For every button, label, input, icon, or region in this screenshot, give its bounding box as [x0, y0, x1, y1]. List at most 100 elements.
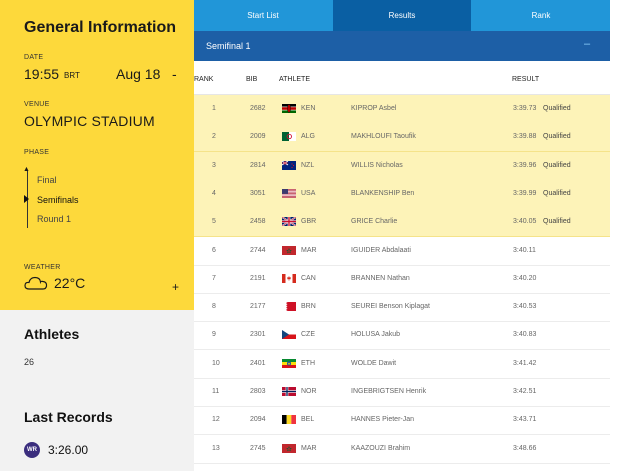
athlete-name[interactable]: HANNES Pieter-Jan [351, 416, 414, 423]
rank-cell: 8 [212, 303, 216, 311]
rank-cell: 9 [212, 331, 216, 339]
rank-cell: 4 [212, 189, 216, 197]
qualification-status: Qualified [543, 133, 571, 141]
table-row[interactable]: 6 2744 MAR IGUIDER Abdalaati 3:40.11 [194, 237, 610, 266]
phase-final[interactable]: Final [37, 175, 57, 185]
qualification-status: Qualified [543, 218, 571, 226]
venue-name: OLYMPIC STADIUM [24, 113, 155, 129]
flag-cze-icon [282, 330, 296, 340]
result-cell: 3:40.83 [513, 331, 537, 339]
tab-rank[interactable]: Rank [472, 0, 610, 31]
result-cell: 3:40.53 [513, 303, 537, 311]
table-row[interactable]: 8 2177 BRN SEUREI Benson Kiplagat 3:40.53 [194, 293, 610, 323]
tab-results[interactable]: Results [333, 0, 471, 31]
bib-cell: 2191 [250, 274, 266, 282]
semifinal-header[interactable]: Semifinal 1 – [194, 31, 610, 61]
bib-cell: 3051 [250, 189, 266, 197]
noc-cell: USA [301, 189, 316, 197]
expand-weather-button[interactable]: + [172, 280, 179, 294]
tab-bar: Start List Results Rank [194, 0, 610, 31]
last-records-title: Last Records [24, 409, 113, 425]
noc-cell: NZL [301, 161, 315, 169]
bib-cell: 2814 [250, 161, 266, 169]
bib-cell: 2401 [250, 359, 266, 367]
result-cell: 3:42.51 [513, 388, 537, 395]
flag-usa-icon [282, 188, 296, 198]
athlete-name[interactable]: BRANNEN Nathan [351, 275, 410, 282]
athlete-name[interactable]: MAKHLOUFI Taoufik [351, 133, 416, 140]
current-phase-marker-icon [24, 195, 29, 203]
noc-cell: MAR [301, 246, 317, 254]
table-row[interactable]: 1 2682 KEN KIPROP Asbel 3:39.73 Qualified [194, 95, 610, 124]
noc-cell: MAR [301, 444, 317, 452]
result-cell: 3:40.20 [513, 274, 537, 282]
rank-cell: 13 [212, 444, 220, 452]
semifinal-title: Semifinal 1 [206, 41, 251, 51]
table-row[interactable]: 11 2803 NOR INGEBRIGTSEN Henrik 3:42.51 [194, 378, 610, 407]
athlete-name[interactable]: WILLIS Nicholas [351, 162, 403, 169]
tab-start-list[interactable]: Start List [194, 0, 332, 31]
cloud-icon [24, 276, 48, 290]
table-row[interactable]: 13 2745 MAR KAAZOUZI Brahim 3:48.66 [194, 435, 610, 464]
table-row[interactable]: 12 2094 BEL HANNES Pieter-Jan 3:43.71 [194, 406, 610, 436]
table-row[interactable]: 4 3051 USA BLANKENSHIP Ben 3:39.99 Qualified [194, 179, 610, 209]
general-information-panel: General Information DATE 19:55 BRT Aug 1… [0, 0, 194, 310]
flag-brn-icon [282, 302, 296, 312]
bib-cell: 2177 [250, 303, 266, 311]
bib-cell: 2803 [250, 388, 266, 395]
athlete-name[interactable]: IGUIDER Abdalaati [351, 247, 411, 254]
athlete-name[interactable]: HOLUSA Jakub [351, 331, 400, 338]
athlete-name[interactable]: BLANKENSHIP Ben [351, 190, 414, 197]
athlete-name[interactable]: KIPROP Asbel [351, 105, 396, 112]
phase-semifinals[interactable]: Semifinals [37, 195, 79, 205]
qualification-status: Qualified [543, 105, 571, 112]
flag-nor-icon [282, 387, 296, 396]
noc-cell: ETH [301, 359, 315, 367]
date-label: DATE [24, 54, 44, 61]
athlete-name[interactable]: SEUREI Benson Kiplagat [351, 303, 430, 310]
athlete-name[interactable]: KAAZOUZI Brahim [351, 445, 410, 452]
athlete-name[interactable]: GRICE Charlie [351, 218, 397, 225]
qualification-status: Qualified [543, 161, 571, 169]
athletes-title: Athletes [24, 326, 80, 342]
noc-cell: ALG [301, 133, 316, 141]
result-cell: 3:39.73 [513, 105, 537, 112]
noc-cell: CZE [301, 331, 315, 339]
rank-header: RANK [194, 76, 214, 83]
date-separator: - [172, 66, 177, 82]
table-row[interactable]: 2 2009 ALG MAKHLOUFI Taoufik 3:39.88 Qualifie… [194, 123, 610, 153]
athlete-name[interactable]: WOLDE Dawit [351, 360, 396, 367]
athlete-header: ATHLETE [279, 76, 310, 83]
venue-label: VENUE [24, 101, 50, 108]
table-row[interactable]: 10 2401 ETH WOLDE Dawit 3:41.42 [194, 350, 610, 379]
rank-cell: 5 [212, 218, 216, 226]
rank-cell: 3 [212, 161, 216, 169]
general-information-title: General Information [24, 19, 177, 36]
table-row[interactable]: 9 2301 CZE HOLUSA Jakub 3:40.83 [194, 321, 610, 351]
rank-cell: 11 [212, 388, 220, 395]
collapse-icon[interactable]: – [584, 38, 590, 50]
world-record-value: 3:26.00 [48, 443, 89, 457]
result-header: RESULT [512, 76, 540, 83]
phase-round-1[interactable]: Round 1 [37, 214, 71, 224]
result-cell: 3:39.88 [513, 133, 537, 141]
flag-mar-icon [282, 245, 296, 255]
flag-ken-icon [282, 104, 296, 113]
flag-gbr-icon [282, 217, 296, 227]
result-cell: 3:40.11 [513, 246, 536, 254]
athletes-count: 26 [24, 357, 35, 367]
bib-cell: 2744 [250, 246, 266, 254]
table-row[interactable]: 3 2814 NZL WILLIS Nicholas 3:39.96 Qualified [194, 151, 610, 181]
flag-mar-icon [282, 443, 296, 453]
weather-label: WEATHER [24, 264, 61, 271]
rank-cell: 10 [212, 359, 220, 367]
athlete-name[interactable]: INGEBRIGTSEN Henrik [351, 388, 426, 395]
table-row[interactable]: 7 2191 CAN BRANNEN Nathan 3:40.20 [194, 265, 610, 294]
results-panel: Start List Results Rank Semifinal 1 – RA… [194, 0, 610, 471]
result-cell: 3:39.96 [513, 161, 537, 169]
event-time: 19:55 [24, 66, 60, 82]
table-header: RANK BIB ATHLETE RESULT [194, 62, 610, 95]
arrow-up-icon: ▲ [23, 166, 30, 173]
bib-cell: 2745 [250, 444, 266, 452]
table-row[interactable]: 5 2458 GBR GRICE Charlie 3:40.05 Qualified [194, 208, 610, 238]
